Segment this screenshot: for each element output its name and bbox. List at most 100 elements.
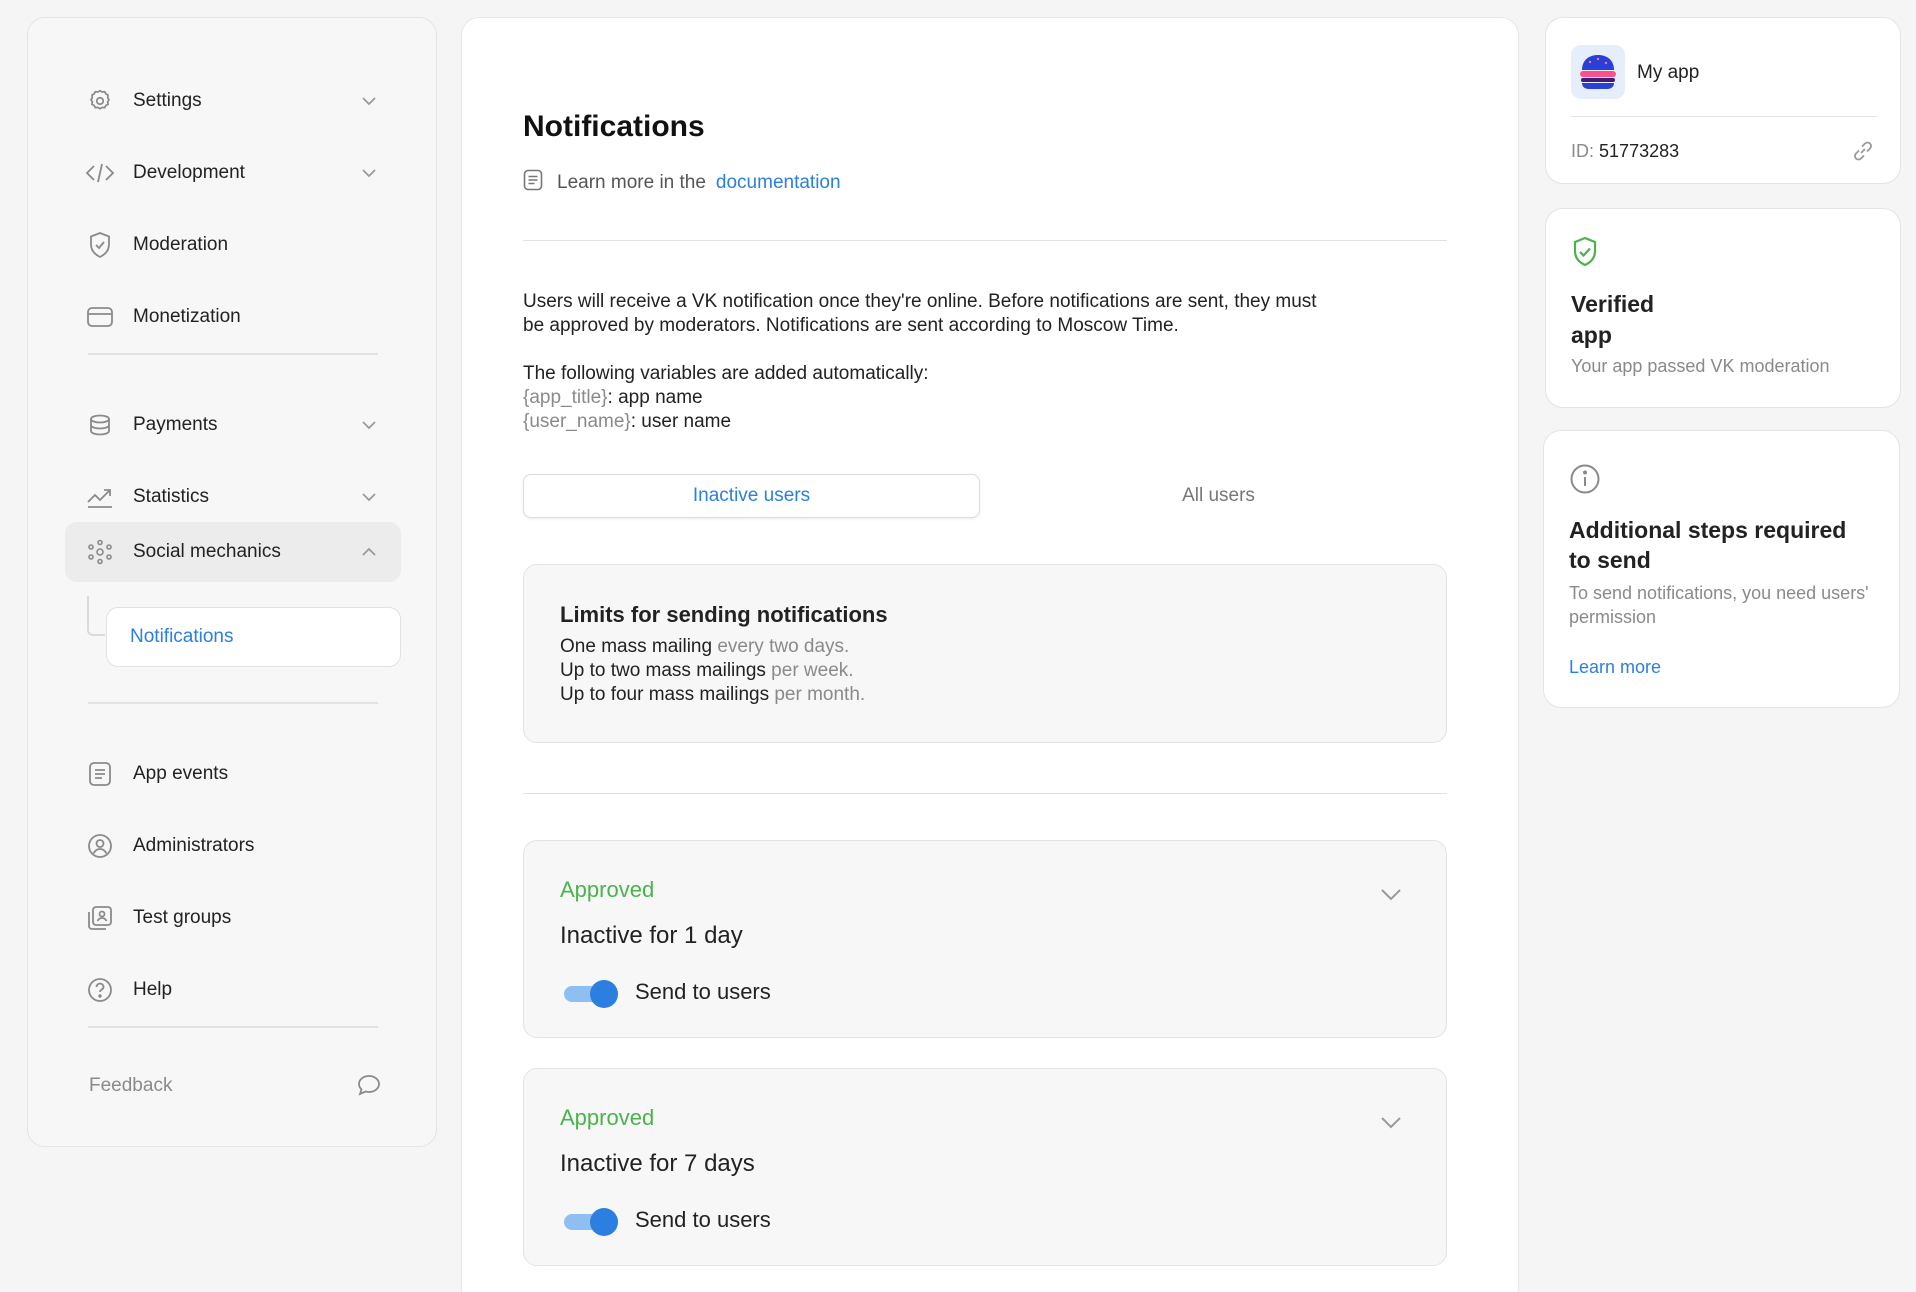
- toggle-knob: [590, 1208, 618, 1236]
- send-toggle[interactable]: [564, 978, 620, 1008]
- sidebar-item-moderation[interactable]: Moderation: [65, 215, 401, 275]
- documentation-link[interactable]: documentation: [716, 172, 841, 194]
- sidebar-subitem-notifications[interactable]: Notifications: [106, 607, 401, 667]
- notification-card: Approved Inactive for 7 days Send to use…: [523, 1068, 1447, 1266]
- burger-logo-icon: [1580, 55, 1616, 89]
- variable-value: : user name: [630, 411, 732, 432]
- limits-text: One mass mailing: [560, 636, 713, 657]
- chevron-down-icon[interactable]: [1380, 1115, 1402, 1134]
- sidebar-item-label: Settings: [133, 90, 202, 111]
- chevron-down-icon: [359, 163, 379, 183]
- divider: [88, 1026, 378, 1028]
- limits-title: Limits for sending notifications: [560, 602, 888, 627]
- documentation-line: Learn more in the documentation: [523, 169, 841, 197]
- toggle-label: Send to users: [635, 979, 771, 1004]
- sidebar-item-help[interactable]: Help: [65, 960, 401, 1020]
- chevron-down-icon: [359, 487, 379, 507]
- limits-line: One mass mailing every two days.: [560, 635, 1410, 659]
- divider: [523, 240, 1447, 241]
- steps-title: Additional steps required to send: [1569, 517, 1847, 573]
- limits-period: per week.: [765, 660, 854, 681]
- sidebar-item-label: Moderation: [133, 234, 229, 255]
- verified-shield-icon: [1571, 236, 1599, 273]
- document-icon: [523, 169, 543, 197]
- link-icon[interactable]: [1850, 138, 1876, 169]
- sidebar-item-social-mechanics[interactable]: Social mechanics: [65, 522, 401, 582]
- chevron-down-icon[interactable]: [1380, 887, 1402, 906]
- send-toggle[interactable]: [564, 1206, 620, 1236]
- sidebar-item-label: App events: [133, 763, 229, 784]
- app-card: My app ID: 51773283: [1545, 17, 1901, 184]
- status-label: Approved: [560, 1105, 655, 1130]
- limits-line: Up to two mass mailings per week.: [560, 659, 1410, 683]
- verified-card: Verified app Your app passed VK moderati…: [1545, 208, 1901, 408]
- limits-period: every two days.: [712, 636, 850, 657]
- toggle-knob: [590, 980, 618, 1008]
- app-id: ID: 51773283: [1571, 141, 1679, 162]
- sidebar-item-label: Test groups: [133, 907, 232, 928]
- limits-box: Limits for sending notifications One mas…: [523, 564, 1447, 743]
- card-icon: [85, 302, 115, 332]
- segmented-tabs: Inactive users All users: [523, 474, 1447, 518]
- chevron-up-icon: [359, 542, 379, 562]
- tree-connector: [87, 596, 105, 636]
- app-id-label: ID:: [1571, 141, 1595, 161]
- dots-icon: [85, 537, 115, 567]
- additional-steps-card: Additional steps required to send To sen…: [1543, 430, 1900, 708]
- limits-text: Up to four mass mailings: [560, 684, 770, 705]
- sidebar: Settings Development Moderation Monetiza…: [27, 17, 437, 1147]
- app-id-value: 51773283: [1599, 141, 1680, 161]
- app-name: My app: [1637, 62, 1700, 83]
- code-icon: [85, 158, 115, 188]
- sidebar-item-test-groups[interactable]: Test groups: [65, 888, 401, 948]
- sidebar-item-app-events[interactable]: App events: [65, 744, 401, 804]
- toggle-label: Send to users: [635, 1207, 771, 1232]
- sidebar-item-label: Social mechanics: [133, 541, 281, 562]
- verified-title: Verified app: [1571, 291, 1655, 348]
- group-icon: [85, 903, 115, 933]
- verified-subtitle: Your app passed VK moderation: [1571, 356, 1830, 376]
- sidebar-item-monetization[interactable]: Monetization: [65, 287, 401, 347]
- status-label: Approved: [560, 877, 655, 902]
- user-circle-icon: [85, 831, 115, 861]
- divider: [1571, 116, 1877, 117]
- sidebar-item-label: Help: [133, 979, 173, 1000]
- feedback-label: Feedback: [89, 1075, 173, 1096]
- documentation-prefix: Learn more in the: [557, 172, 706, 193]
- sidebar-item-payments[interactable]: Payments: [65, 395, 401, 455]
- notification-title: Inactive for 7 days: [560, 1150, 755, 1177]
- limits-text: Up to two mass mailings: [560, 660, 766, 681]
- sidebar-item-administrators[interactable]: Administrators: [65, 816, 401, 876]
- notification-title: Inactive for 1 day: [560, 922, 743, 949]
- limits-period: per month.: [769, 684, 866, 705]
- list-icon: [85, 759, 115, 789]
- sidebar-item-label: Payments: [133, 414, 218, 435]
- description-line: Users will receive a VK notification onc…: [523, 291, 1317, 312]
- learn-more-link[interactable]: Learn more: [1569, 657, 1661, 678]
- chevron-down-icon: [359, 415, 379, 435]
- app-avatar: [1571, 45, 1625, 99]
- tab-all-users[interactable]: All users: [990, 474, 1447, 518]
- trend-icon: [85, 482, 115, 512]
- sidebar-item-development[interactable]: Development: [65, 143, 401, 203]
- shield-icon: [85, 230, 115, 260]
- sidebar-item-label: Monetization: [133, 306, 241, 327]
- coins-icon: [85, 410, 115, 440]
- description: Users will receive a VK notification onc…: [523, 290, 1403, 434]
- chevron-down-icon: [359, 91, 379, 111]
- sidebar-item-statistics[interactable]: Statistics: [65, 467, 401, 527]
- tab-inactive-users[interactable]: Inactive users: [523, 474, 980, 518]
- variable-row: {user_name}: user name: [523, 410, 1403, 434]
- sidebar-item-label: Administrators: [133, 835, 255, 856]
- help-icon: [85, 975, 115, 1005]
- sidebar-item-settings[interactable]: Settings: [65, 71, 401, 131]
- chat-bubble-icon: [357, 1074, 381, 1101]
- notification-card: Approved Inactive for 1 day Send to user…: [523, 840, 1447, 1038]
- variable-row: {app_title}: app name: [523, 386, 1403, 410]
- description-line: be approved by moderators. Notifications…: [523, 315, 1179, 336]
- variable-key: {app_title}: [523, 387, 608, 408]
- sidebar-subitem-label: Notifications: [130, 626, 234, 647]
- feedback-link[interactable]: Feedback: [89, 1071, 381, 1101]
- info-icon: [1569, 463, 1601, 500]
- variables-intro: The following variables are added automa…: [523, 363, 929, 384]
